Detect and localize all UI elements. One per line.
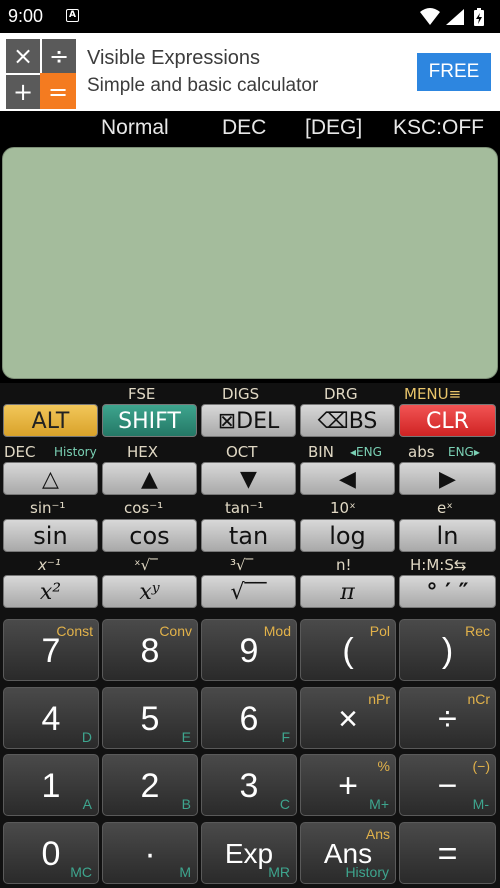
ad-title: Visible Expressions [87, 47, 261, 69]
sin-button[interactable]: sin [3, 519, 98, 552]
key-6[interactable]: 6F [201, 687, 297, 749]
shift-button[interactable]: SHIFT [102, 404, 197, 437]
label-cuberoot: ³√‾ [230, 556, 254, 574]
up-arrow-button[interactable]: ▲ [102, 462, 197, 495]
label-drg: DRG [324, 385, 358, 403]
key-minus[interactable]: − (−) M- [399, 754, 496, 816]
clear-button[interactable]: CLR [399, 404, 496, 437]
dms-button[interactable]: ° ′ ″ [399, 575, 496, 608]
down-arrow-button[interactable]: ▼ [201, 462, 296, 495]
label-asin: sin⁻¹ [30, 499, 66, 517]
cos-button[interactable]: cos [102, 519, 197, 552]
left-arrow-button[interactable]: ◀ [300, 462, 395, 495]
sqrt-button[interactable]: √‾‾ [201, 575, 296, 608]
svg-text:×: × [13, 42, 33, 70]
tan-button[interactable]: tan [201, 519, 296, 552]
up-outline-button[interactable]: △ [3, 462, 98, 495]
key-8[interactable]: 8 Conv [102, 619, 198, 681]
battery-icon [474, 8, 484, 26]
key-open-paren[interactable]: (Pol [300, 619, 396, 681]
label-factorial: n! [336, 556, 352, 574]
key-close-paren[interactable]: ) Rec [399, 619, 496, 681]
key-5[interactable]: 5E [102, 687, 198, 749]
square-button[interactable]: x² [3, 575, 98, 608]
key-plus[interactable]: +% M+ [300, 754, 396, 816]
label-fse: FSE [128, 385, 156, 403]
svg-text:=: = [48, 78, 68, 106]
key-3[interactable]: 3C [201, 754, 297, 816]
status-bar: 9:00 A [0, 0, 500, 33]
power-button[interactable]: xʸ [102, 575, 197, 608]
label-digs: DIGS [222, 385, 260, 403]
svg-text:+: + [13, 78, 33, 106]
ad-subtitle: Simple and basic calculator [87, 75, 319, 96]
key-2[interactable]: 2B [102, 754, 198, 816]
notification-icon: A [66, 9, 79, 22]
alt-button[interactable]: ALT [3, 404, 98, 437]
log-button[interactable]: log [300, 519, 395, 552]
signal-icon [446, 9, 464, 25]
right-arrow-button[interactable]: ▶ [399, 462, 496, 495]
label-acos: cos⁻¹ [124, 499, 164, 517]
app-logo-icon: × ÷ + = [6, 39, 76, 109]
label-eng-left: ◂ENG [350, 445, 382, 459]
key-divide[interactable]: ÷ nCr [399, 687, 496, 749]
label-ten-power: 10ˣ [330, 499, 356, 517]
ad-banner[interactable]: × ÷ + = Visible Expressions Simple and b… [0, 33, 500, 111]
calculator-display[interactable] [2, 147, 498, 379]
label-reciprocal: x⁻¹ [38, 556, 61, 574]
backspace-button[interactable]: ⌫BS [300, 404, 395, 437]
svg-text:÷: ÷ [49, 42, 69, 70]
key-0[interactable]: 0 MC [3, 822, 99, 884]
label-atan: tan⁻¹ [225, 499, 264, 517]
key-9[interactable]: 9 Mod [201, 619, 297, 681]
del-button[interactable]: ⊠DEL [201, 404, 296, 437]
status-time: 9:00 [8, 6, 44, 26]
status-icons [420, 8, 484, 26]
key-7[interactable]: 7 Const [3, 619, 99, 681]
notation-mode: Normal [101, 116, 169, 139]
label-oct: OCT [226, 443, 258, 461]
mode-bar: Normal DEC [DEG] KSC:OFF [0, 113, 500, 145]
key-ans[interactable]: Ans Ans History [300, 822, 396, 884]
label-hex: HEX [127, 443, 159, 461]
label-xroot: ˣ√‾ [134, 556, 158, 574]
base-mode: DEC [222, 116, 267, 139]
key-equals[interactable]: = [399, 822, 496, 884]
key-1[interactable]: 1A [3, 754, 99, 816]
ad-free-button[interactable]: FREE [417, 53, 491, 91]
label-bin: BIN [308, 443, 334, 461]
ksc-mode: KSC:OFF [393, 116, 485, 139]
label-abs: abs [408, 443, 435, 461]
label-menu: MENU≡ [404, 385, 462, 403]
ln-button[interactable]: ln [399, 519, 496, 552]
label-dec: DEC [4, 443, 36, 461]
key-multiply[interactable]: × nPr [300, 687, 396, 749]
label-exp: eˣ [437, 499, 453, 517]
pi-button[interactable]: π [300, 575, 395, 608]
wifi-icon [420, 8, 440, 25]
key-exp[interactable]: Exp MR [201, 822, 297, 884]
key-4[interactable]: 4D [3, 687, 99, 749]
label-eng-right: ENG▸ [448, 445, 480, 459]
label-hms: H:M:S⇆ [410, 556, 467, 574]
angle-mode: [DEG] [305, 116, 363, 139]
label-history: History [54, 445, 97, 459]
key-decimal-point[interactable]: · M [102, 822, 198, 884]
